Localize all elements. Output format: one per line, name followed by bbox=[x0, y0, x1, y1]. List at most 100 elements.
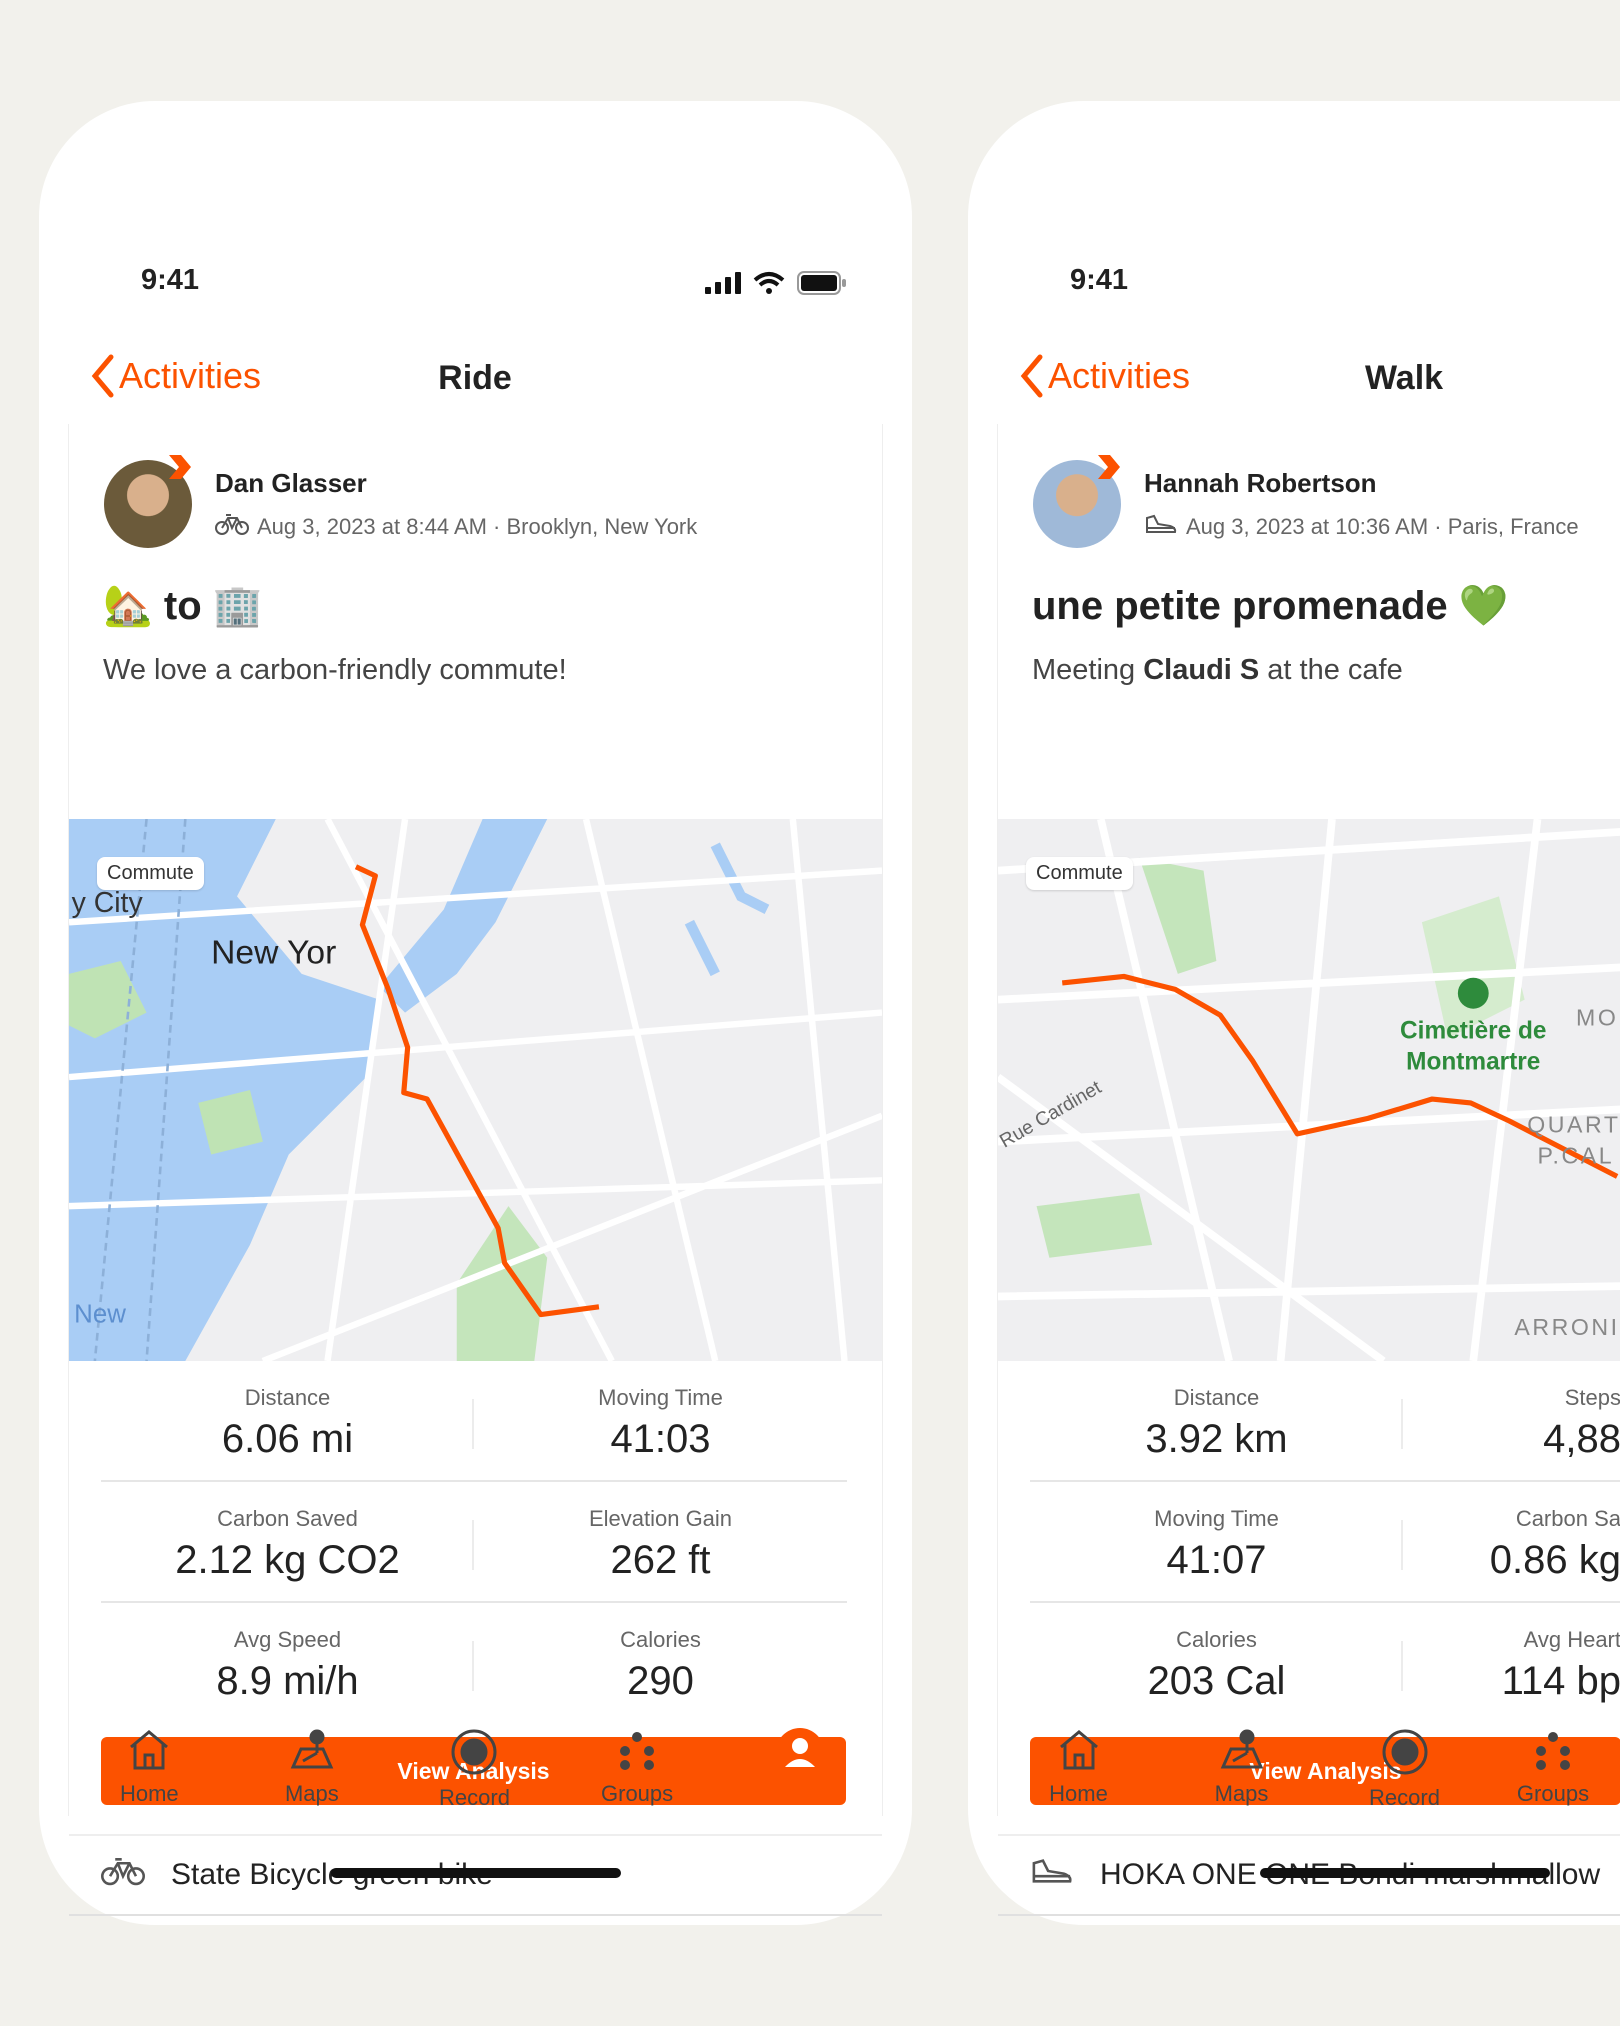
map-label: Cimetière de bbox=[1400, 1017, 1546, 1044]
description-text: at the cafe bbox=[1259, 654, 1403, 686]
groups-icon bbox=[556, 1727, 719, 1773]
meta-text: Aug 3, 2023 at 10:36 AM · Paris, France bbox=[1186, 514, 1579, 539]
stat-label: Distance bbox=[1173, 1385, 1260, 1410]
stat-value: 2.12 kg CO2 bbox=[175, 1538, 400, 1582]
stat: Avg Speed 8.9 mi/h bbox=[101, 1603, 474, 1722]
activity-title: une petite promenade 💚 bbox=[1032, 584, 1509, 628]
stat-value: 114 bp bbox=[1501, 1659, 1620, 1703]
activity-meta: Aug 3, 2023 at 10:36 AM · Paris, France bbox=[1144, 512, 1579, 542]
athlete-name[interactable]: Dan Glasser bbox=[215, 468, 367, 499]
stat: Avg Heart 114 bp bbox=[1403, 1603, 1620, 1722]
stat-value: 290 bbox=[627, 1659, 694, 1703]
stat-label: Carbon Sa bbox=[1515, 1506, 1620, 1531]
screen-title: Walk bbox=[1364, 359, 1444, 397]
back-button[interactable]: Activities bbox=[87, 353, 261, 399]
tab-label: Maps bbox=[1214, 1781, 1269, 1806]
stats-row: Calories 203 Cal Avg Heart 114 bp bbox=[1030, 1603, 1620, 1722]
maps-icon bbox=[231, 1727, 394, 1773]
stat-value: 41:07 bbox=[1166, 1538, 1267, 1582]
screen-title: Ride bbox=[438, 359, 512, 397]
stat-value: 203 Cal bbox=[1147, 1659, 1286, 1703]
stat-value: 41:03 bbox=[610, 1417, 711, 1461]
stat: Distance 3.92 km bbox=[1030, 1361, 1403, 1480]
tab-record[interactable]: Record bbox=[1323, 1727, 1486, 1811]
tab-bar: Home Maps Record Groups You bbox=[68, 1727, 881, 1811]
stat-label: Carbon Saved bbox=[217, 1506, 358, 1531]
shoe-icon bbox=[1144, 512, 1178, 542]
back-label: Activities bbox=[1048, 355, 1191, 396]
commute-tag: Commute bbox=[1026, 857, 1133, 890]
stats-row: Distance 3.92 km Steps 4,88 bbox=[1030, 1361, 1620, 1482]
stat-label: Avg Heart bbox=[1523, 1627, 1620, 1652]
stat-label: Elevation Gain bbox=[588, 1506, 733, 1531]
map-label: QUART bbox=[1527, 1112, 1620, 1138]
maps-icon bbox=[1160, 1727, 1323, 1773]
stat-value: 262 ft bbox=[610, 1538, 711, 1582]
activity-title: 🏡 to 🏢 bbox=[103, 584, 263, 628]
stat: Calories 203 Cal bbox=[1030, 1603, 1403, 1722]
stats-row: Moving Time 41:07 Carbon Sa 0.86 kg bbox=[1030, 1482, 1620, 1603]
tab-maps[interactable]: Maps bbox=[1160, 1727, 1323, 1811]
stat-value: 4,88 bbox=[1543, 1417, 1620, 1461]
tab-record[interactable]: Record bbox=[393, 1727, 556, 1811]
mention-link[interactable]: Claudi S bbox=[1143, 654, 1259, 686]
stat-label: Distance bbox=[244, 1385, 331, 1410]
stat: Steps 4,88 bbox=[1403, 1361, 1620, 1480]
map-label: Montmartre bbox=[1406, 1048, 1540, 1075]
chevron-left-icon bbox=[91, 354, 114, 398]
commute-tag: Commute bbox=[97, 857, 204, 890]
back-button[interactable]: Activities bbox=[1016, 353, 1190, 399]
bicycle-icon bbox=[215, 512, 249, 542]
stats-row: Distance 6.06 mi Moving Time 41:03 bbox=[101, 1361, 847, 1482]
tab-groups[interactable]: Groups bbox=[556, 1727, 719, 1811]
phone-screen-ride: 9:41 Activities Ride Dan Glasser Aug 3, … bbox=[39, 101, 912, 1925]
home-indicator bbox=[331, 1868, 621, 1878]
map-label: P.CAL bbox=[1538, 1143, 1615, 1169]
stat: Calories 290 bbox=[474, 1603, 847, 1722]
stat-value: 0.86 kg bbox=[1489, 1538, 1620, 1582]
nav-bar: Activities Walk bbox=[968, 347, 1620, 407]
stat-label: Moving Time bbox=[1154, 1506, 1279, 1531]
stats-row: Carbon Saved 2.12 kg CO2 Elevation Gain 262… bbox=[101, 1482, 847, 1603]
tab-label: Groups bbox=[601, 1781, 674, 1806]
stat-value: 6.06 mi bbox=[221, 1417, 354, 1461]
home-icon bbox=[68, 1727, 231, 1773]
tab-groups[interactable]: Groups bbox=[1486, 1727, 1620, 1811]
stat-value: 8.9 mi/h bbox=[216, 1659, 359, 1703]
nav-bar: Activities Ride bbox=[39, 347, 912, 407]
groups-icon bbox=[1486, 1727, 1620, 1773]
tab-label: Maps bbox=[284, 1781, 339, 1806]
tab-label: Home bbox=[119, 1781, 179, 1806]
status-time: 9:41 bbox=[141, 264, 200, 296]
record-icon bbox=[1323, 1727, 1486, 1777]
signal-icon bbox=[705, 272, 741, 294]
stat-label: Calories bbox=[620, 1627, 701, 1652]
battery-icon bbox=[797, 271, 846, 295]
stats-row: Avg Speed 8.9 mi/h Calories 290 bbox=[101, 1603, 847, 1722]
stat: Elevation Gain 262 ft bbox=[474, 1482, 847, 1601]
map-label: MO bbox=[1576, 1004, 1618, 1030]
stat-label: Calories bbox=[1176, 1627, 1257, 1652]
stats-grid: Distance 6.06 mi Moving Time 41:03 Carbon Sa… bbox=[101, 1361, 847, 1722]
athlete-name[interactable]: Hannah Robertson bbox=[1144, 468, 1377, 499]
route-map[interactable]: y City New Yor New Commute bbox=[69, 819, 882, 1361]
status-time: 9:41 bbox=[1070, 264, 1129, 296]
map-label: New Yor bbox=[211, 935, 336, 972]
subscriber-badge-icon bbox=[1098, 455, 1120, 479]
wifi-icon bbox=[753, 272, 785, 294]
tab-label: Groups bbox=[1516, 1781, 1590, 1806]
back-label: Activities bbox=[119, 355, 262, 396]
tab-home[interactable]: Home bbox=[68, 1727, 231, 1811]
home-icon bbox=[997, 1727, 1160, 1773]
route-map[interactable]: Cimetière de Montmartre Rue Cardinet QUA… bbox=[998, 819, 1620, 1361]
tab-you[interactable]: You bbox=[718, 1727, 881, 1811]
subscriber-badge-icon bbox=[169, 455, 191, 479]
stats-grid: Distance 3.92 km Steps 4,88 Moving Time 41:07… bbox=[1030, 1361, 1620, 1722]
tab-home[interactable]: Home bbox=[997, 1727, 1160, 1811]
tab-maps[interactable]: Maps bbox=[231, 1727, 394, 1811]
stat: Distance 6.06 mi bbox=[101, 1361, 474, 1480]
stat-label: Moving Time bbox=[598, 1385, 723, 1410]
stat: Moving Time 41:03 bbox=[474, 1361, 847, 1480]
tab-label: You bbox=[781, 1785, 819, 1810]
meta-text: Aug 3, 2023 at 8:44 AM · Brooklyn, New Y… bbox=[257, 514, 698, 539]
